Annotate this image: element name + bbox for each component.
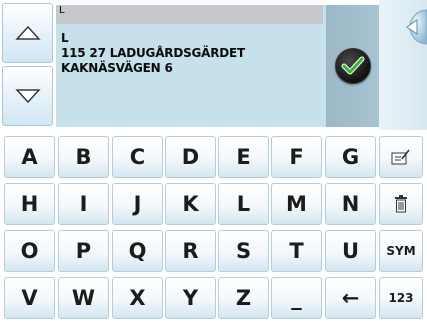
search-input[interactable]: L (56, 5, 323, 24)
key-k[interactable]: K (165, 183, 216, 225)
down-triangle-icon (14, 89, 41, 104)
key-h[interactable]: H (4, 183, 55, 225)
address-text: L 115 27 LADUGÅRDSGÄRDET KAKNÄSVÄGEN 6 (61, 31, 245, 76)
key-underscore[interactable]: _ (271, 277, 322, 319)
key-u[interactable]: U (325, 230, 376, 272)
address-line-1: L (61, 31, 69, 45)
key-m[interactable]: M (271, 183, 322, 225)
key-c[interactable]: C (112, 136, 163, 178)
scroll-arrows (0, 0, 55, 130)
backspace-key[interactable]: ← (325, 277, 376, 319)
key-e[interactable]: E (218, 136, 269, 178)
confirm-button[interactable] (326, 5, 379, 127)
key-t[interactable]: T (271, 230, 322, 272)
edit-icon (391, 149, 410, 165)
edit-button[interactable] (379, 136, 423, 178)
key-a[interactable]: A (4, 136, 55, 178)
key-n[interactable]: N (325, 183, 376, 225)
key-d[interactable]: D (165, 136, 216, 178)
key-i[interactable]: I (58, 183, 109, 225)
back-button[interactable] (387, 8, 427, 46)
scroll-down-button[interactable] (2, 66, 53, 126)
key-o[interactable]: O (4, 230, 55, 272)
delete-button[interactable] (379, 183, 423, 225)
key-r[interactable]: R (165, 230, 216, 272)
key-x[interactable]: X (112, 277, 163, 319)
key-z[interactable]: Z (218, 277, 269, 319)
key-b[interactable]: B (58, 136, 109, 178)
symbols-button[interactable]: SYM (379, 230, 423, 272)
back-arrow-icon (406, 9, 427, 45)
key-w[interactable]: W (58, 277, 109, 319)
key-p[interactable]: P (58, 230, 109, 272)
key-l[interactable]: L (218, 183, 269, 225)
up-triangle-icon (14, 25, 41, 40)
trash-icon (395, 195, 407, 213)
key-v[interactable]: V (4, 277, 55, 319)
address-result-panel[interactable]: L L 115 27 LADUGÅRDSGÄRDET KAKNÄSVÄGEN 6 (56, 5, 326, 127)
key-q[interactable]: Q (112, 230, 163, 272)
key-y[interactable]: Y (165, 277, 216, 319)
address-line-2: 115 27 LADUGÅRDSGÄRDET (61, 46, 246, 60)
scroll-up-button[interactable] (2, 3, 53, 63)
address-line-3: KAKNÄSVÄGEN 6 (61, 61, 173, 75)
key-f[interactable]: F (271, 136, 322, 178)
key-s[interactable]: S (218, 230, 269, 272)
numbers-button[interactable]: 123 (379, 277, 423, 319)
checkmark-icon (334, 48, 371, 84)
on-screen-keyboard: A B C D E F G H I J K L M N O P Q R S T … (0, 132, 427, 324)
key-g[interactable]: G (325, 136, 376, 178)
key-j[interactable]: J (112, 183, 163, 225)
